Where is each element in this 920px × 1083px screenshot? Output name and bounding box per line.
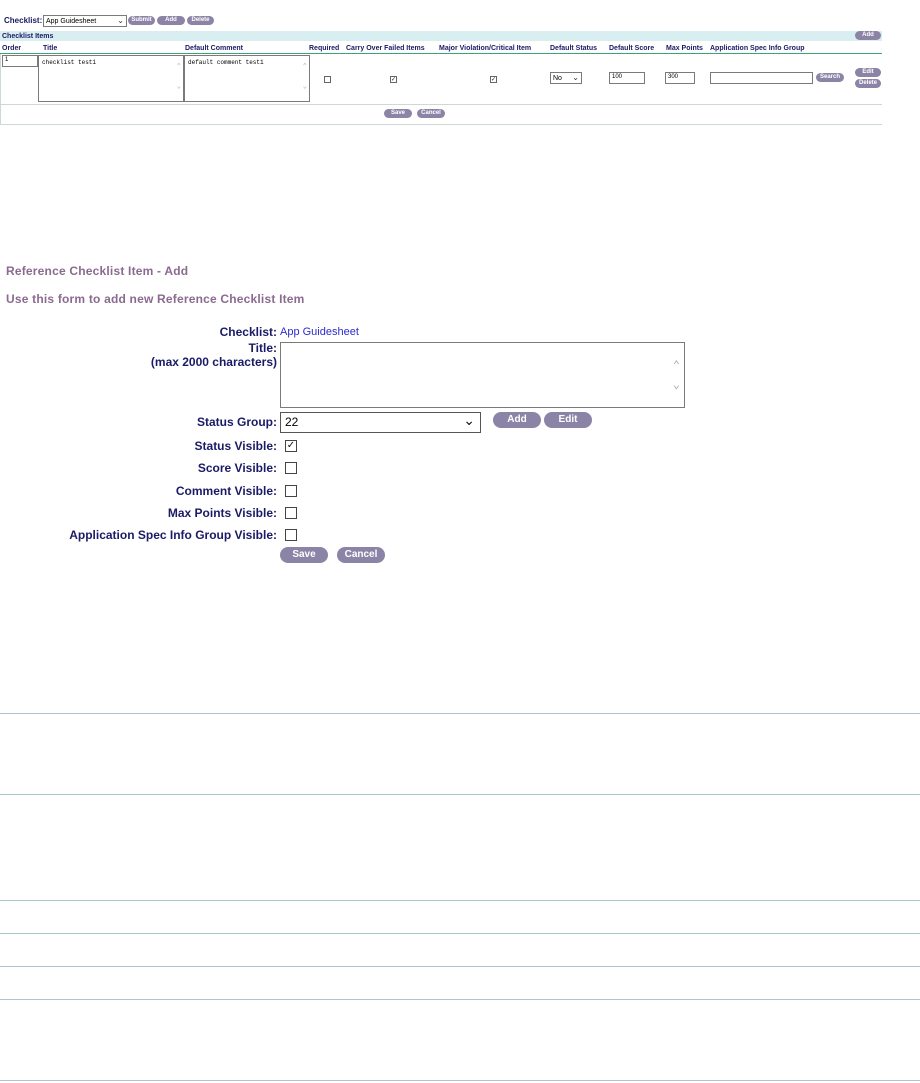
page-title: Reference Checklist Item - Add	[6, 264, 189, 278]
col-head-default-status: Default Status	[550, 45, 598, 52]
divider	[0, 713, 920, 714]
scroll-down-icon: ⌄	[302, 83, 307, 91]
form-save-button[interactable]: Save	[280, 547, 328, 563]
status-group-edit-button[interactable]: Edit	[544, 412, 592, 428]
grid-header-bar: Checklist Items	[0, 31, 882, 41]
checklist-select-value: App Guidesheet	[46, 18, 97, 25]
default-status-value: No	[553, 75, 562, 82]
carry-over-checkbox[interactable]: ✓	[390, 76, 397, 83]
checkmark-icon: ✓	[286, 440, 296, 451]
delete-item-button[interactable]: Delete	[855, 79, 881, 88]
status-group-select[interactable]: 22 ⌄	[280, 412, 481, 433]
divider	[0, 933, 920, 934]
col-head-spec-info-group: Application Spec Info Group	[710, 45, 805, 52]
divider	[0, 999, 920, 1000]
col-head-max-points: Max Points	[666, 45, 703, 52]
edit-item-button[interactable]: Edit	[855, 68, 881, 77]
item-title-textarea[interactable]: checklist test1 ⌃ ⌄	[38, 55, 184, 102]
status-visible-label: Status Visible:	[194, 439, 277, 453]
max-points-visible-label: Max Points Visible:	[167, 506, 277, 520]
col-head-title: Title	[43, 45, 58, 52]
default-comment-textarea[interactable]: default comment test1 ⌃ ⌄	[184, 55, 310, 102]
submit-button[interactable]: Submit	[128, 16, 155, 25]
form-title-textarea[interactable]: ⌃ ⌄	[280, 342, 685, 408]
grid-bottom-border	[0, 124, 882, 125]
form-cancel-button[interactable]: Cancel	[337, 547, 385, 563]
grid-cancel-button[interactable]: Cancel	[417, 109, 445, 118]
chevron-down-icon: ⌄	[572, 73, 579, 82]
scroll-down-icon: ⌄	[176, 83, 181, 91]
grid-row-divider	[0, 104, 882, 105]
max-points-visible-checkbox[interactable]	[285, 507, 297, 519]
page-subtitle: Use this form to add new Reference Check…	[6, 292, 305, 306]
divider	[0, 1080, 920, 1081]
status-group-value: 22	[285, 415, 299, 429]
checkmark-icon: ✓	[491, 77, 497, 83]
form-title-label: Title:	[248, 341, 277, 355]
divider	[0, 966, 920, 967]
scroll-up-icon: ⌃	[176, 63, 181, 71]
form-title-hint: (max 2000 characters)	[150, 355, 277, 369]
form-checklist-label: Checklist:	[219, 325, 277, 339]
default-comment-text: default comment test1	[188, 59, 264, 66]
delete-checklist-button[interactable]: Delete	[187, 16, 214, 25]
checkmark-icon: ✓	[391, 77, 397, 83]
scroll-up-icon: ⌃	[672, 359, 680, 373]
add-item-button[interactable]: Add	[855, 31, 881, 40]
add-checklist-button[interactable]: Add	[157, 16, 185, 25]
order-input[interactable]: 1	[2, 55, 38, 67]
checklist-label: Checklist:	[4, 16, 43, 25]
spec-info-visible-checkbox[interactable]	[285, 529, 297, 541]
col-head-required: Required	[309, 45, 340, 52]
score-visible-checkbox[interactable]	[285, 462, 297, 474]
item-title-text: checklist test1	[42, 59, 97, 66]
scroll-up-icon: ⌃	[302, 63, 307, 71]
score-visible-label: Score Visible:	[197, 461, 277, 475]
grid-save-button[interactable]: Save	[384, 109, 412, 118]
form-checklist-link[interactable]: App Guidesheet	[280, 326, 359, 338]
col-head-default-score: Default Score	[609, 45, 655, 52]
required-checkbox[interactable]	[324, 76, 331, 83]
divider	[0, 794, 920, 795]
status-visible-checkbox[interactable]: ✓	[285, 440, 297, 452]
col-head-default-comment: Default Comment	[185, 45, 243, 52]
grid-title: Checklist Items	[2, 33, 54, 40]
comment-visible-checkbox[interactable]	[285, 485, 297, 497]
chevron-down-icon: ⌄	[463, 412, 475, 428]
spec-info-visible-label: Application Spec Info Group Visible:	[69, 528, 277, 542]
col-head-major-violation: Major Violation/Critical Item	[439, 45, 532, 52]
default-status-select[interactable]: No ⌄	[550, 72, 582, 84]
divider	[0, 900, 920, 901]
max-points-input[interactable]: 300	[665, 72, 695, 84]
spec-info-group-input[interactable]	[710, 72, 813, 84]
col-head-order: Order	[2, 45, 22, 52]
col-head-carry-over: Carry Over Failed Items	[346, 45, 425, 52]
major-violation-checkbox[interactable]: ✓	[490, 76, 497, 83]
grid-left-border	[0, 54, 1, 125]
status-group-label: Status Group:	[197, 415, 277, 429]
default-score-input[interactable]: 100	[609, 72, 645, 84]
grid-header-divider	[0, 53, 882, 54]
search-button[interactable]: Search	[816, 73, 844, 82]
status-group-add-button[interactable]: Add	[493, 412, 541, 428]
chevron-down-icon: ⌄	[117, 16, 124, 25]
comment-visible-label: Comment Visible:	[175, 484, 277, 498]
scroll-down-icon: ⌄	[672, 378, 680, 392]
checklist-select[interactable]: App Guidesheet ⌄	[43, 15, 127, 27]
